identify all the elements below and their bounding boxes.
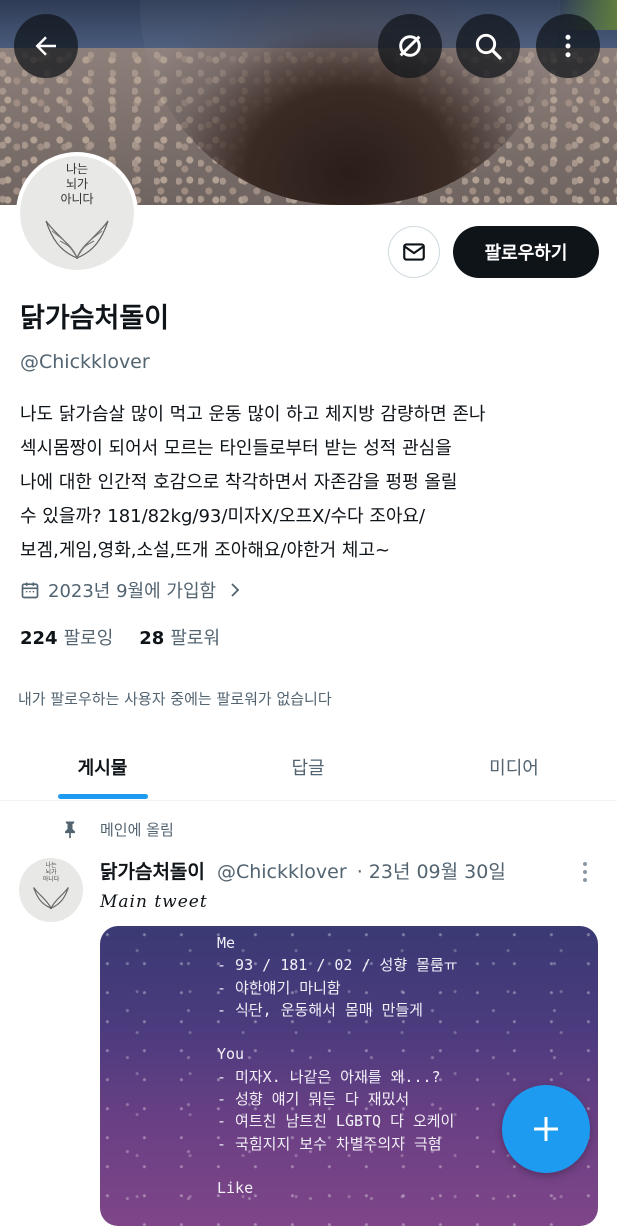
- compose-button[interactable]: [502, 1085, 590, 1173]
- media-line: - 93 / 181 / 02 / 성향 몰룸ㅠ: [217, 956, 458, 975]
- following-link[interactable]: 224 팔로잉: [20, 624, 113, 650]
- followers-count: 28: [139, 628, 165, 649]
- post-text: Main tweet: [100, 892, 208, 912]
- profile-tabs: 게시물 답글 미디어: [0, 734, 617, 801]
- bio-line: 수 있을까? 181/82kg/93/미자X/오프X/수다 조아요/: [20, 506, 426, 527]
- mutual-followers-note: 내가 팔로우하는 사용자 중에는 팔로워가 없습니다: [18, 690, 332, 708]
- back-button[interactable]: [14, 14, 78, 78]
- bio-line: 섹시몸짱이 되어서 모르는 타인들로부터 받는 성적 관심을: [20, 438, 452, 459]
- media-line: - 미자X. 나같은 아재를 왜...?: [217, 1067, 441, 1086]
- media-line: - 여트친 남트친 LGBTQ 다 오케이: [217, 1112, 455, 1131]
- post-media-image[interactable]: Me - 93 / 181 / 02 / 성향 몰룸ㅠ - 야한얘기 마니함 -…: [100, 926, 598, 1226]
- avatar-book-line: 나는: [65, 162, 89, 176]
- avatar-book-line: 나는: [45, 862, 57, 869]
- profile-bio: 나도 닭가슴살 많이 먹고 운동 많이 하고 체지방 감량하면 존나 섹시몸짱이…: [20, 398, 580, 568]
- search-button[interactable]: [456, 14, 520, 78]
- media-line: - 국힘지지 보수 차별주의자 극혐: [217, 1134, 442, 1153]
- joined-date: 2023년 9월에 가입함: [48, 581, 217, 602]
- pinned-label: 메인에 올림: [100, 820, 174, 839]
- plus-icon: [534, 1117, 558, 1141]
- envelope-icon: [403, 243, 425, 261]
- pinned-indicator: 메인에 올림: [60, 818, 174, 840]
- avatar-book-line: 아니다: [60, 192, 94, 206]
- following-count: 224: [20, 628, 58, 649]
- profile-avatar[interactable]: 나는 뇌가 아니다: [16, 152, 138, 274]
- display-name: 닭가슴처돌이: [20, 303, 170, 334]
- bio-line: 보겜,게임,영화,소설,뜨개 조아해요/야한거 체고~: [20, 540, 391, 561]
- active-tab-indicator: [58, 794, 148, 799]
- avatar-book-line: 아니다: [42, 876, 60, 883]
- media-line: - 야한얘기 마니함: [217, 978, 341, 997]
- wings-illustration: [33, 887, 69, 910]
- follow-button[interactable]: 팔로우하기: [453, 226, 599, 278]
- media-line: Me: [217, 934, 236, 952]
- avatar-image: 나는 뇌가 아니다: [20, 156, 134, 270]
- wings-illustration: [45, 220, 109, 260]
- media-text-block: Me - 93 / 181 / 02 / 성향 몰룸ㅠ - 야한얘기 마니함 -…: [217, 932, 458, 1200]
- post-author-name[interactable]: 닭가슴처돌이: [100, 861, 205, 883]
- media-line: [217, 1021, 458, 1043]
- tab-media[interactable]: 미디어: [411, 734, 617, 800]
- post-author-avatar[interactable]: 나는 뇌가 아니다: [19, 858, 83, 922]
- followers-label: 팔로워: [170, 628, 221, 649]
- post-date: · 23년 09월 30일: [356, 861, 506, 883]
- mute-button[interactable]: [378, 14, 442, 78]
- media-line: Like: [217, 1179, 254, 1198]
- slashed-circle-icon: [399, 35, 421, 57]
- avatar-book-line: 뇌가: [45, 869, 57, 876]
- post-more-button[interactable]: [578, 860, 592, 888]
- media-line: [217, 1155, 458, 1177]
- tab-posts[interactable]: 게시물: [0, 734, 205, 800]
- more-vertical-icon: [583, 862, 587, 882]
- pin-icon: [65, 821, 75, 839]
- more-button[interactable]: [536, 14, 600, 78]
- media-line: - 성향 얘기 뭐든 다 재밌서: [217, 1090, 410, 1109]
- follow-counts: 224 팔로잉 28 팔로워: [20, 624, 220, 650]
- following-label: 팔로잉: [63, 628, 114, 649]
- avatar-book-line: 뇌가: [65, 177, 89, 191]
- post-author-handle[interactable]: @Chickklover: [217, 861, 347, 883]
- joined-date-row[interactable]: 2023년 9월에 가입함: [20, 576, 244, 604]
- calendar-icon: [21, 582, 39, 599]
- more-vertical-icon: [565, 34, 571, 58]
- tab-replies[interactable]: 답글: [205, 734, 411, 800]
- chevron-right-icon: [231, 583, 240, 597]
- message-button[interactable]: [388, 226, 440, 278]
- media-line: - 식단, 운동해서 몸매 만들게: [217, 1000, 423, 1019]
- bio-line: 나에 대한 인간적 호감으로 착각하면서 자존감을 펑펑 올릴: [20, 472, 458, 493]
- media-line: You: [217, 1045, 245, 1064]
- arrow-left-icon: [35, 36, 56, 56]
- search-icon: [475, 33, 502, 60]
- user-handle: @Chickklover: [20, 351, 150, 373]
- post-header: 닭가슴처돌이 @Chickklover · 23년 09월 30일: [100, 857, 506, 884]
- bio-line: 나도 닭가슴살 많이 먹고 운동 많이 하고 체지방 감량하면 존나: [20, 404, 486, 425]
- followers-link[interactable]: 28 팔로워: [139, 624, 220, 650]
